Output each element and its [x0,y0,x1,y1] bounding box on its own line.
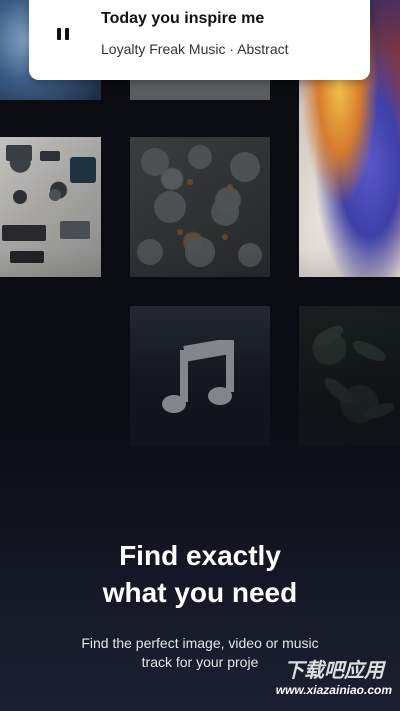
music-note-icon [162,340,234,413]
headline-line-1: Find exactly [119,540,281,571]
track-genre: Abstract [237,41,289,57]
leaves-tile [299,306,400,446]
pause-button[interactable] [49,20,77,48]
subtext-line-1: Find the perfect image, video or music [81,635,319,651]
desk-items-illustration [2,145,96,263]
succulents-tile [130,137,270,277]
onboarding-screen: Today you inspire me Loyalty Freak Music… [0,0,400,711]
now-playing-card[interactable]: Today you inspire me Loyalty Freak Music… [29,0,370,80]
meta-separator: · [229,41,235,57]
headline-line-2: what you need [102,577,298,608]
track-artist: Loyalty Freak Music [101,41,226,57]
watermark-url: www.xiazainiao.com [275,683,392,697]
pause-icon [57,28,69,40]
leaves-illustration [314,325,395,419]
track-meta: Loyalty Freak Music · Abstract [101,41,289,57]
succulents-illustration [137,145,262,267]
svg-text:下载吧应用: 下载吧应用 [284,658,387,682]
desk-flatlay-tile [0,137,101,277]
onboarding-headline: Find exactly what you need [0,537,400,611]
track-title: Today you inspire me [101,10,265,27]
